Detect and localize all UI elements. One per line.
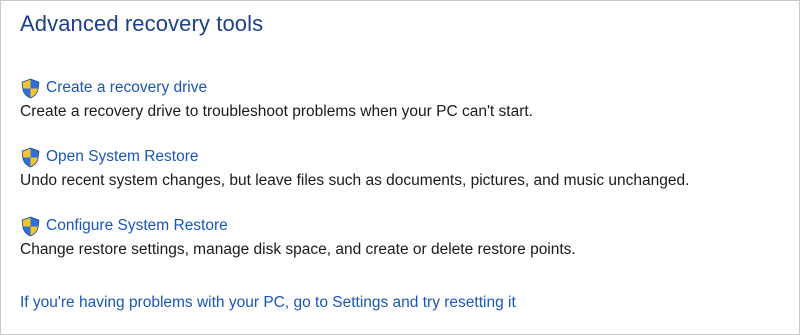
create-recovery-drive-description: Create a recovery drive to troubleshoot …: [20, 103, 533, 120]
configure-system-restore-description: Change restore settings, manage disk spa…: [20, 241, 576, 258]
configure-system-restore-link[interactable]: Configure System Restore: [20, 215, 576, 237]
uac-shield-icon: [21, 147, 40, 167]
open-system-restore-link[interactable]: Open System Restore: [20, 146, 689, 168]
tool-open-system-restore: Open System Restore Undo recent system c…: [20, 146, 689, 190]
configure-system-restore-label: Configure System Restore: [46, 217, 228, 234]
tool-configure-system-restore: Configure System Restore Change restore …: [20, 215, 576, 259]
create-recovery-drive-label: Create a recovery drive: [46, 79, 208, 96]
create-recovery-drive-link[interactable]: Create a recovery drive: [20, 77, 533, 99]
reset-pc-link[interactable]: If you're having problems with your PC, …: [20, 294, 516, 312]
uac-shield-icon: [21, 78, 40, 98]
page-title: Advanced recovery tools: [20, 11, 264, 36]
open-system-restore-description: Undo recent system changes, but leave fi…: [20, 172, 690, 189]
tool-create-recovery-drive: Create a recovery drive Create a recover…: [20, 77, 533, 121]
recovery-panel: Advanced recovery tools Create a recover…: [0, 0, 800, 335]
open-system-restore-label: Open System Restore: [46, 148, 199, 165]
uac-shield-icon: [21, 216, 40, 236]
